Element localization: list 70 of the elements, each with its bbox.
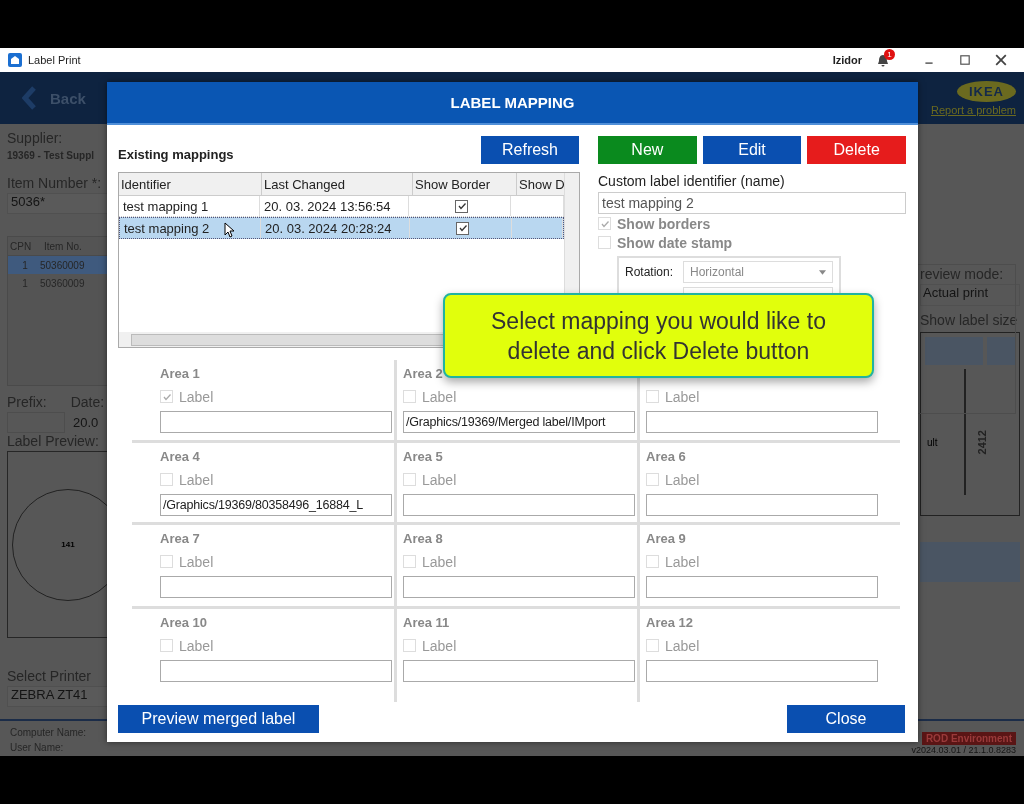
notification-badge: 1 [884,49,895,60]
path-field[interactable] [646,576,878,598]
area-title: Area 7 [160,531,201,548]
action-button[interactable]: New [598,136,697,164]
option-label: Label [422,388,457,405]
environment-badge: ROD Environment [921,732,1016,745]
table-row[interactable]: test mapping 2 20. 03. 2024 20:28:24 [119,217,564,239]
option-label: Show borders [617,215,711,232]
action-button[interactable]: Delete [807,136,906,164]
cursor-icon [224,222,234,238]
area-title: Area 11 [403,615,451,632]
path-field[interactable] [403,660,635,682]
option-label: Label [422,471,457,488]
column-header[interactable]: Last Changed [262,173,413,195]
option-label: Label [179,637,214,654]
maximize-icon[interactable] [959,54,971,66]
chevron-icon [22,86,36,110]
caret-icon [819,269,826,275]
area-title: Area 1 [160,366,201,383]
column-header[interactable]: Identifier [119,173,262,195]
option-label: Label [422,553,457,570]
field-label: Rotation: [625,265,675,279]
path-field[interactable] [160,576,392,598]
refresh-button[interactable]: Refresh [481,136,579,164]
preview-text: 141 [61,540,75,549]
area-title: Area 5 [403,449,444,466]
dialog-title: LABEL MAPPING [450,94,575,111]
field-label: Custom label identifier (name) [598,173,786,189]
path-field[interactable] [646,494,878,516]
tooltip: Select mapping you would like to delete and click Delete button [443,293,874,378]
option-label: Label [179,553,214,570]
path-field[interactable] [403,576,635,598]
area-title: Area 4 [160,449,201,466]
area-title: Area 9 [646,531,687,548]
window-title: Label Print [28,54,81,66]
option-label: Label [665,637,700,654]
section-title: Existing mappings [118,146,234,162]
area-title: Area 8 [403,531,444,548]
area-title: Area 2 [403,366,444,383]
area-title: Area 12 [646,615,694,632]
checkbox[interactable] [455,199,468,213]
option-label: Label [665,553,700,570]
column-header[interactable]: Show Border [413,173,517,195]
path-field[interactable]: /Graphics/19369/80358496_16884_L [160,494,392,516]
option-label: Show date stamp [617,234,733,251]
preview-button[interactable]: Preview merged label [118,705,319,733]
path-field[interactable] [160,411,392,433]
rotation-dropdown[interactable]: Horizontal [683,261,833,283]
path-field[interactable] [160,660,392,682]
path-field[interactable] [403,494,635,516]
identifier-field[interactable]: test mapping 2 [598,192,906,214]
checkbox[interactable] [456,221,469,235]
app-icon [8,53,22,67]
area-title: Area 6 [646,449,687,466]
area-title: Area 10 [160,615,208,632]
preview-text: ult [927,436,938,448]
option-label: Label [665,471,700,488]
path-field[interactable]: /Graphics/19369/Merged label/IMport [403,411,635,433]
option-label: Label [422,637,457,654]
action-button[interactable]: Edit [702,136,802,164]
logo: IKEA [956,80,1016,102]
option-label: Label [665,388,700,405]
user-name: Izidor [832,54,862,66]
option-label: Label [179,388,214,405]
close-icon[interactable] [995,54,1007,66]
path-field[interactable] [646,660,878,682]
version-text: v2024.03.01 / 21.1.0.8283 [911,745,1016,755]
option-label: Label [179,471,214,488]
path-field[interactable] [646,411,878,433]
close-button[interactable]: Close [787,705,905,733]
